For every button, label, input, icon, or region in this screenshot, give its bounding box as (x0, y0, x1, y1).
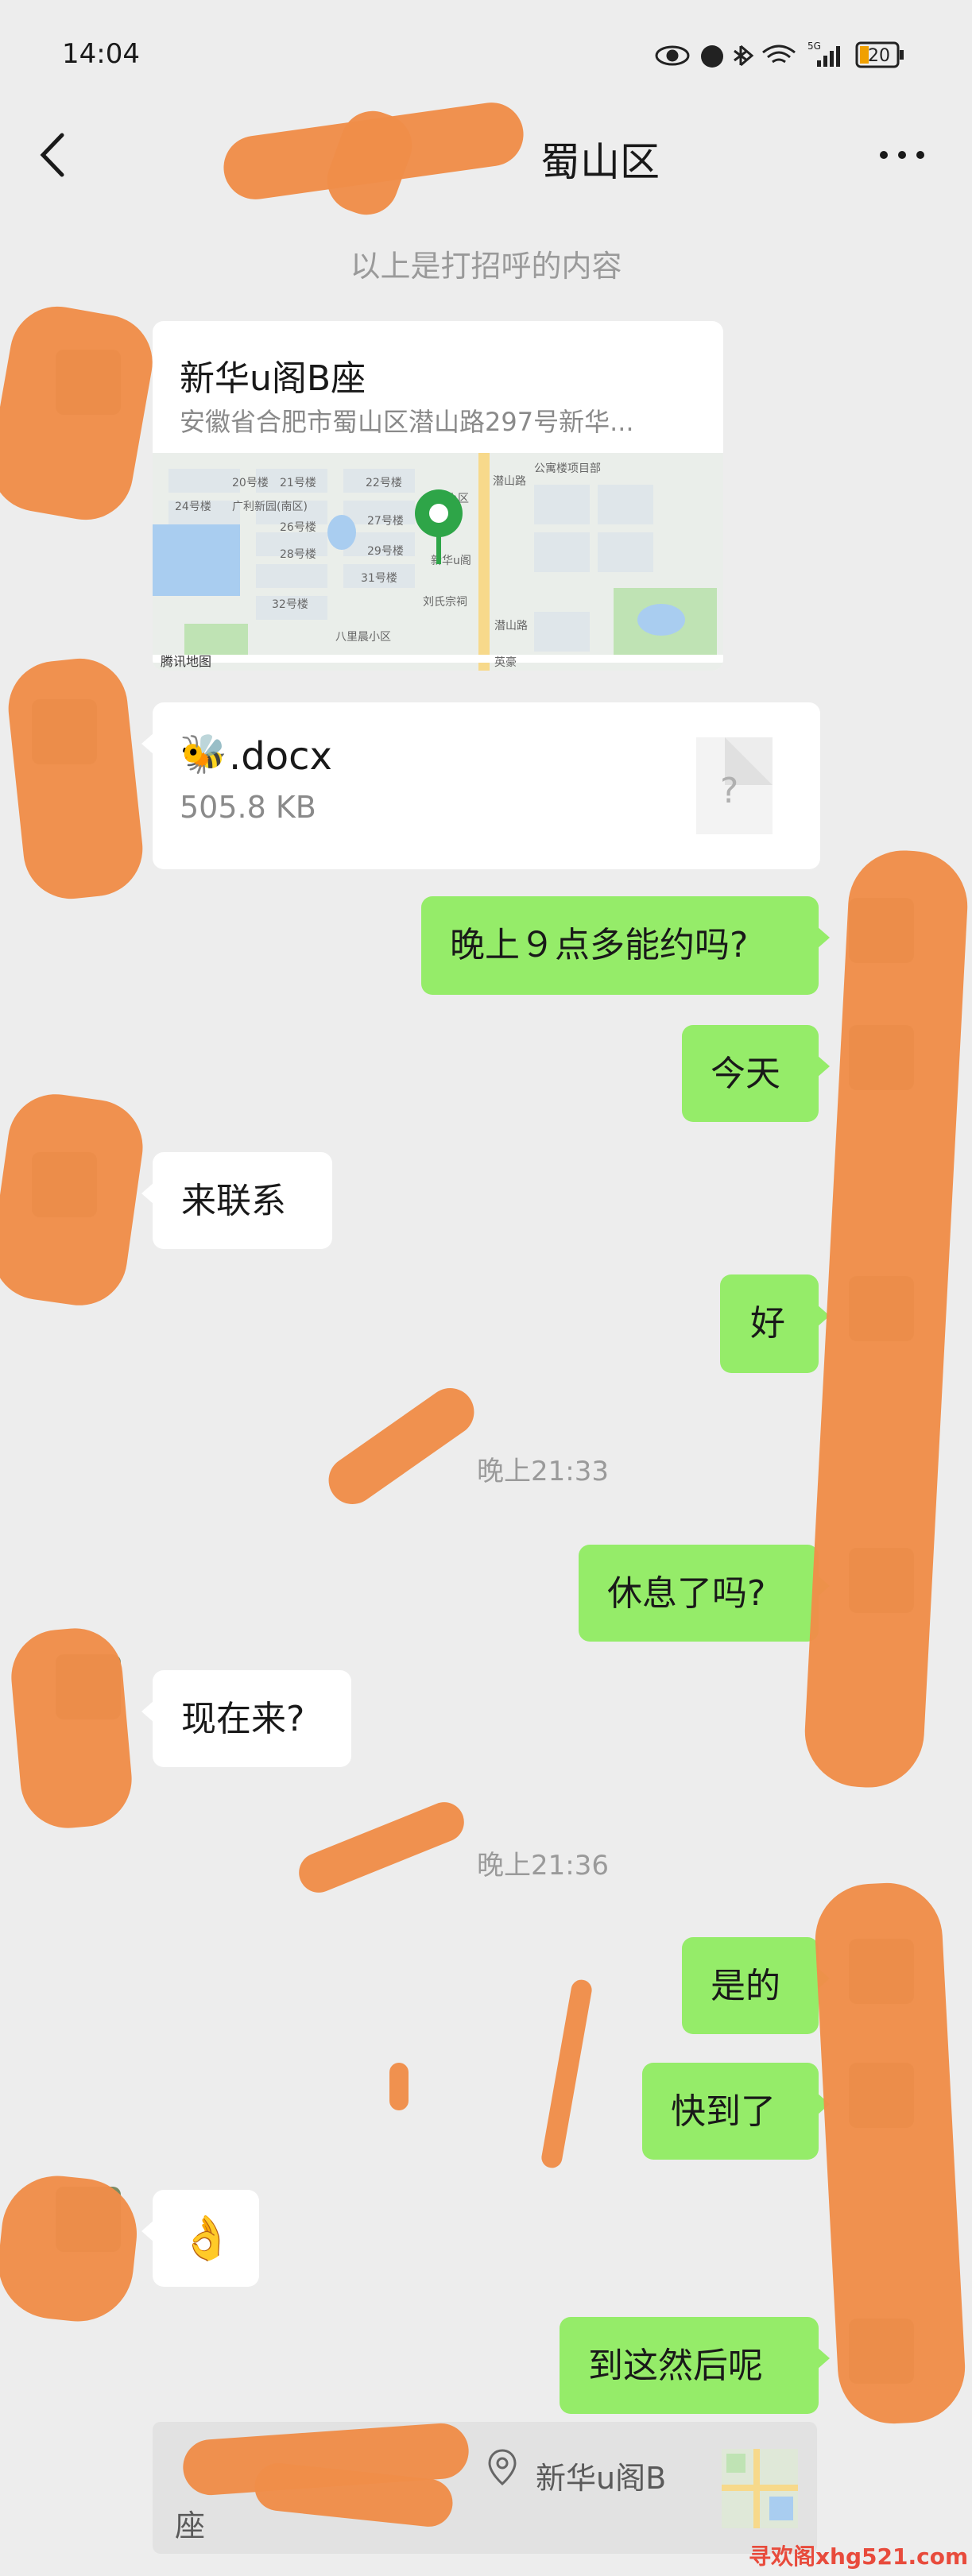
ok-hand-emoji: 👌 (180, 2213, 234, 2263)
svg-text:潜山路: 潜山路 (494, 620, 528, 632)
svg-text:24号楼: 24号楼 (175, 501, 211, 513)
svg-text:31号楼: 31号楼 (361, 572, 397, 585)
message-text: 快到了 (671, 2091, 776, 2132)
svg-text:22号楼: 22号楼 (366, 477, 402, 489)
svg-text:公寓楼项目部: 公寓楼项目部 (534, 462, 601, 475)
message-bubble[interactable]: 现在来? (141, 1670, 351, 1767)
redaction-mark (540, 1978, 594, 2170)
reply-text: 新华u阁B (536, 2461, 667, 2496)
status-time: 14:04 (62, 38, 140, 70)
status-icons: 5G 20 (652, 37, 922, 73)
redaction-mark (802, 847, 970, 1791)
redaction-mark (3, 653, 148, 904)
message-text: 休息了吗? (607, 1573, 766, 1614)
eye-icon (655, 45, 690, 66)
message-bubble[interactable]: 到这然后呢 (560, 2317, 830, 2414)
back-icon[interactable] (32, 127, 72, 183)
message-bubble[interactable]: 晚上９点多能约吗? (421, 896, 830, 995)
svg-text:潜山路: 潜山路 (493, 475, 526, 488)
redaction-mark (812, 1880, 968, 2427)
file-size: 505.8 KB (180, 790, 316, 825)
system-note: 以上是打招呼的内容 (350, 249, 622, 284)
message-bubble[interactable]: 👌 (141, 2190, 259, 2287)
reply-map-thumb (722, 2449, 798, 2528)
message-text: 是的 (711, 1966, 780, 2006)
location-title: 新华u阁B座 (180, 358, 366, 399)
message-bubble[interactable]: 今天 (682, 1025, 830, 1122)
location-card[interactable]: 新华u阁B座 安徽省合肥市蜀山区潜山路297号新华... 公寓楼项目部 20号楼… (153, 321, 723, 671)
message-text: 晚上９点多能约吗? (450, 925, 749, 965)
svg-text:20: 20 (868, 46, 890, 66)
file-type-icon: ? (696, 737, 773, 834)
svg-text:21号楼: 21号楼 (280, 477, 316, 489)
location-map[interactable]: 公寓楼项目部 20号楼 21号楼 22号楼 潜山路 24号楼 广利新园(南区) … (153, 453, 723, 671)
redaction-mark (389, 2063, 409, 2110)
message-text: 来联系 (181, 1181, 286, 1221)
svg-text:广利新园(南区): 广利新园(南区) (232, 501, 308, 513)
redaction-mark (0, 299, 161, 528)
wifi-icon (762, 44, 796, 64)
file-card[interactable]: 🐝 .docx 505.8 KB ? (141, 702, 820, 869)
location-address: 安徽省合肥市蜀山区潜山路297号新华... (180, 407, 634, 437)
svg-text:32号楼: 32号楼 (272, 598, 308, 611)
message-text: 今天 (711, 1054, 780, 1094)
message-bubble[interactable]: 是的 (682, 1937, 830, 2034)
svg-text:英豪: 英豪 (494, 656, 517, 669)
battery-icon: 20 (855, 41, 904, 68)
file-emoji-icon: 🐝 (180, 732, 227, 776)
reply-text-line2: 座 (175, 2508, 206, 2543)
svg-text:腾讯地图: 腾讯地图 (161, 654, 211, 669)
timestamp: 晚上21:33 (477, 1456, 609, 1487)
message-text: 到这然后呢 (588, 2346, 763, 2386)
watermark: 寻欢阁xhg521.com (749, 2543, 969, 2570)
svg-text:29号楼: 29号楼 (367, 545, 404, 558)
message-bubble[interactable]: 快到了 (642, 2063, 830, 2160)
timestamp: 晚上21:36 (477, 1850, 609, 1882)
svg-text:28号楼: 28号楼 (280, 548, 316, 561)
svg-text:刘氏宗祠: 刘氏宗祠 (423, 596, 467, 609)
location-pin-icon (486, 2447, 518, 2490)
svg-text:20号楼: 20号楼 (232, 477, 269, 489)
bluetooth-icon (734, 44, 754, 67)
message-text: 现在来? (181, 1699, 305, 1739)
message-bubble[interactable]: 来联系 (141, 1152, 332, 1249)
redaction-mark (0, 2170, 142, 2327)
alarm-icon (701, 45, 723, 68)
more-icon[interactable] (874, 143, 930, 167)
message-text: 好 (750, 1303, 785, 1344)
message-bubble[interactable]: 休息了吗? (579, 1545, 830, 1642)
redaction-mark (0, 1088, 149, 1312)
svg-text:八里晨小区: 八里晨小区 (335, 631, 391, 644)
svg-text:27号楼: 27号楼 (367, 515, 404, 528)
network-label: 5G (807, 41, 821, 52)
svg-text:26号楼: 26号楼 (280, 521, 316, 534)
redaction-mark (292, 1796, 471, 1899)
redaction-mark (7, 1624, 136, 1832)
message-bubble[interactable]: 好 (720, 1274, 830, 1373)
redaction-mark (319, 1379, 484, 1514)
file-name: .docx (229, 734, 332, 779)
